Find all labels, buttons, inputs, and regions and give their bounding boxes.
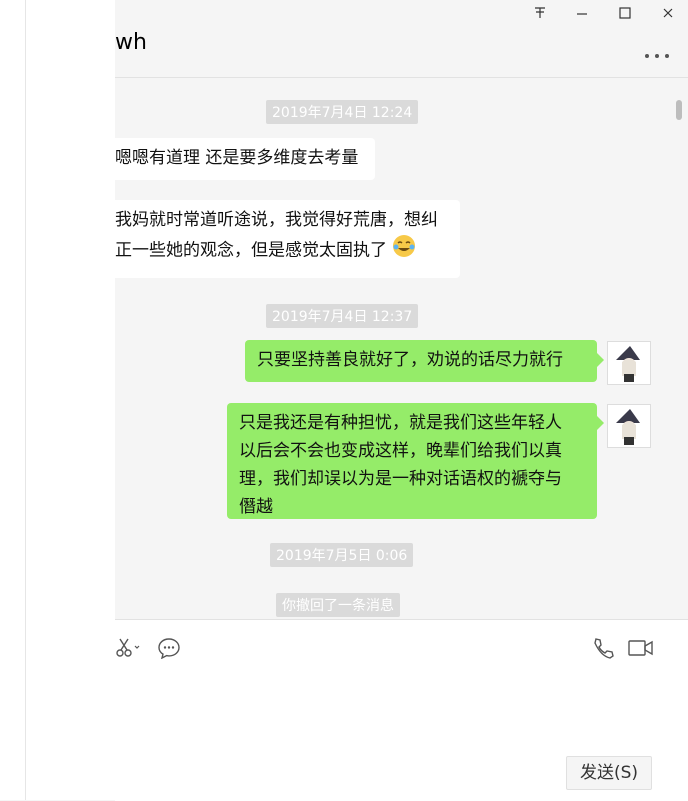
maximize-icon[interactable] (613, 6, 637, 24)
message-line: 僭越 (239, 497, 273, 517)
message-composer[interactable]: 发送(S) (115, 619, 688, 801)
message-list[interactable]: 2019年7月4日 12:24 嗯嗯有道理 还是要多维度去考量 我妈就时常道听途… (115, 78, 688, 618)
sidebar (0, 0, 115, 800)
phone-icon[interactable] (591, 637, 615, 663)
chat-title: wh (115, 30, 147, 55)
message-line: 理，我们却误以为是一种对话语权的褫夺与 (239, 469, 562, 489)
outgoing-message[interactable]: 只要坚持善良就好了，劝说的话尽力就行 (245, 340, 604, 382)
chat-header: wh (115, 0, 688, 78)
close-icon[interactable] (656, 6, 680, 24)
scrollbar[interactable] (676, 100, 682, 120)
timestamp: 2019年7月5日 0:06 (270, 543, 414, 567)
message-text: 只要坚持善良就好了，劝说的话尽力就行 (257, 350, 563, 370)
sidebar-divider (25, 0, 26, 800)
minimize-icon[interactable] (570, 6, 594, 24)
message-text: 嗯嗯有道理 还是要多维度去考量 (115, 148, 359, 168)
pin-icon[interactable] (528, 6, 552, 24)
laughing-crying-emoji (392, 234, 416, 267)
message-line: 正一些她的观念，但是感觉太固执了 (115, 240, 387, 261)
timestamp: 2019年7月4日 12:37 (266, 304, 419, 328)
send-button[interactable]: 发送(S) (566, 756, 652, 790)
more-icon[interactable] (644, 40, 670, 65)
message-line: 以后会不会也变成这样，晚辈们给我们以真 (239, 441, 562, 461)
message-line: 我妈就时常道听途说，我觉得好荒唐，想纠 (115, 210, 438, 230)
incoming-message[interactable]: 嗯嗯有道理 还是要多维度去考量 (115, 138, 375, 180)
timestamp: 2019年7月4日 12:24 (266, 100, 419, 124)
scissors-icon[interactable] (115, 637, 141, 663)
outgoing-message[interactable]: 只是我还是有种担忧，就是我们这些年轻人 以后会不会也变成这样，晚辈们给我们以真 … (227, 403, 604, 519)
system-notice: 你撤回了一条消息 (276, 593, 400, 617)
incoming-message[interactable]: 我妈就时常道听途说，我觉得好荒唐，想纠 正一些她的观念，但是感觉太固执了 (115, 200, 460, 278)
avatar[interactable] (607, 404, 651, 448)
message-line: 只是我还是有种担忧，就是我们这些年轻人 (239, 413, 562, 433)
chat-bubble-icon[interactable] (157, 637, 181, 663)
avatar[interactable] (607, 341, 651, 385)
video-icon[interactable] (628, 637, 654, 663)
